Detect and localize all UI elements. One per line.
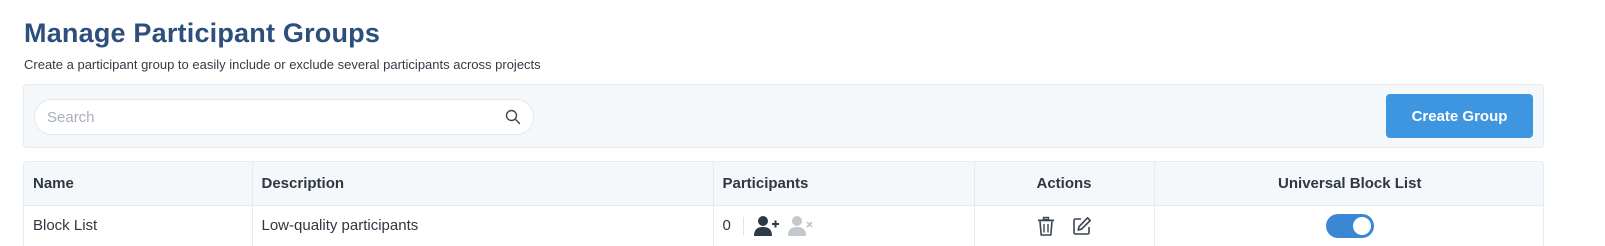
participant-count: 0 bbox=[722, 217, 731, 234]
universal-block-list-toggle[interactable] bbox=[1325, 213, 1374, 238]
toolbar: Create Group bbox=[23, 84, 1544, 148]
page-title: Manage Participant Groups bbox=[24, 18, 381, 48]
column-header-actions: Actions bbox=[974, 162, 1155, 206]
participants-cell: 0 bbox=[713, 205, 975, 246]
groups-table: Name Description Participants Actions Un… bbox=[23, 161, 1544, 246]
universal-block-list-cell bbox=[1154, 205, 1543, 246]
search-icon[interactable] bbox=[505, 109, 521, 125]
actions-cell bbox=[974, 205, 1155, 246]
group-name-cell: Block List bbox=[24, 205, 253, 246]
add-user-icon bbox=[753, 215, 779, 236]
remove-user-icon bbox=[787, 215, 813, 236]
column-header-description: Description bbox=[252, 162, 714, 206]
search-input[interactable] bbox=[47, 100, 487, 134]
divider bbox=[742, 216, 744, 235]
table-row: Block List Low-quality participants 0 bbox=[24, 205, 1543, 246]
column-header-name: Name bbox=[24, 162, 253, 206]
toggle-knob bbox=[1352, 216, 1371, 235]
column-header-universal-block-list: Universal Block List bbox=[1154, 162, 1543, 206]
create-group-button[interactable]: Create Group bbox=[1386, 94, 1533, 138]
remove-participants-button[interactable] bbox=[787, 215, 814, 237]
edit-group-button[interactable] bbox=[1072, 216, 1092, 236]
search-box[interactable] bbox=[34, 99, 534, 135]
page-subtitle: Create a participant group to easily inc… bbox=[24, 57, 541, 72]
trash-icon bbox=[1038, 216, 1054, 236]
edit-icon bbox=[1073, 216, 1091, 235]
add-participants-button[interactable] bbox=[753, 215, 788, 237]
table-header-row: Name Description Participants Actions Un… bbox=[24, 162, 1543, 206]
group-description-cell: Low-quality participants bbox=[252, 205, 714, 246]
column-header-participants: Participants bbox=[713, 162, 975, 206]
delete-group-button[interactable] bbox=[1036, 216, 1056, 236]
